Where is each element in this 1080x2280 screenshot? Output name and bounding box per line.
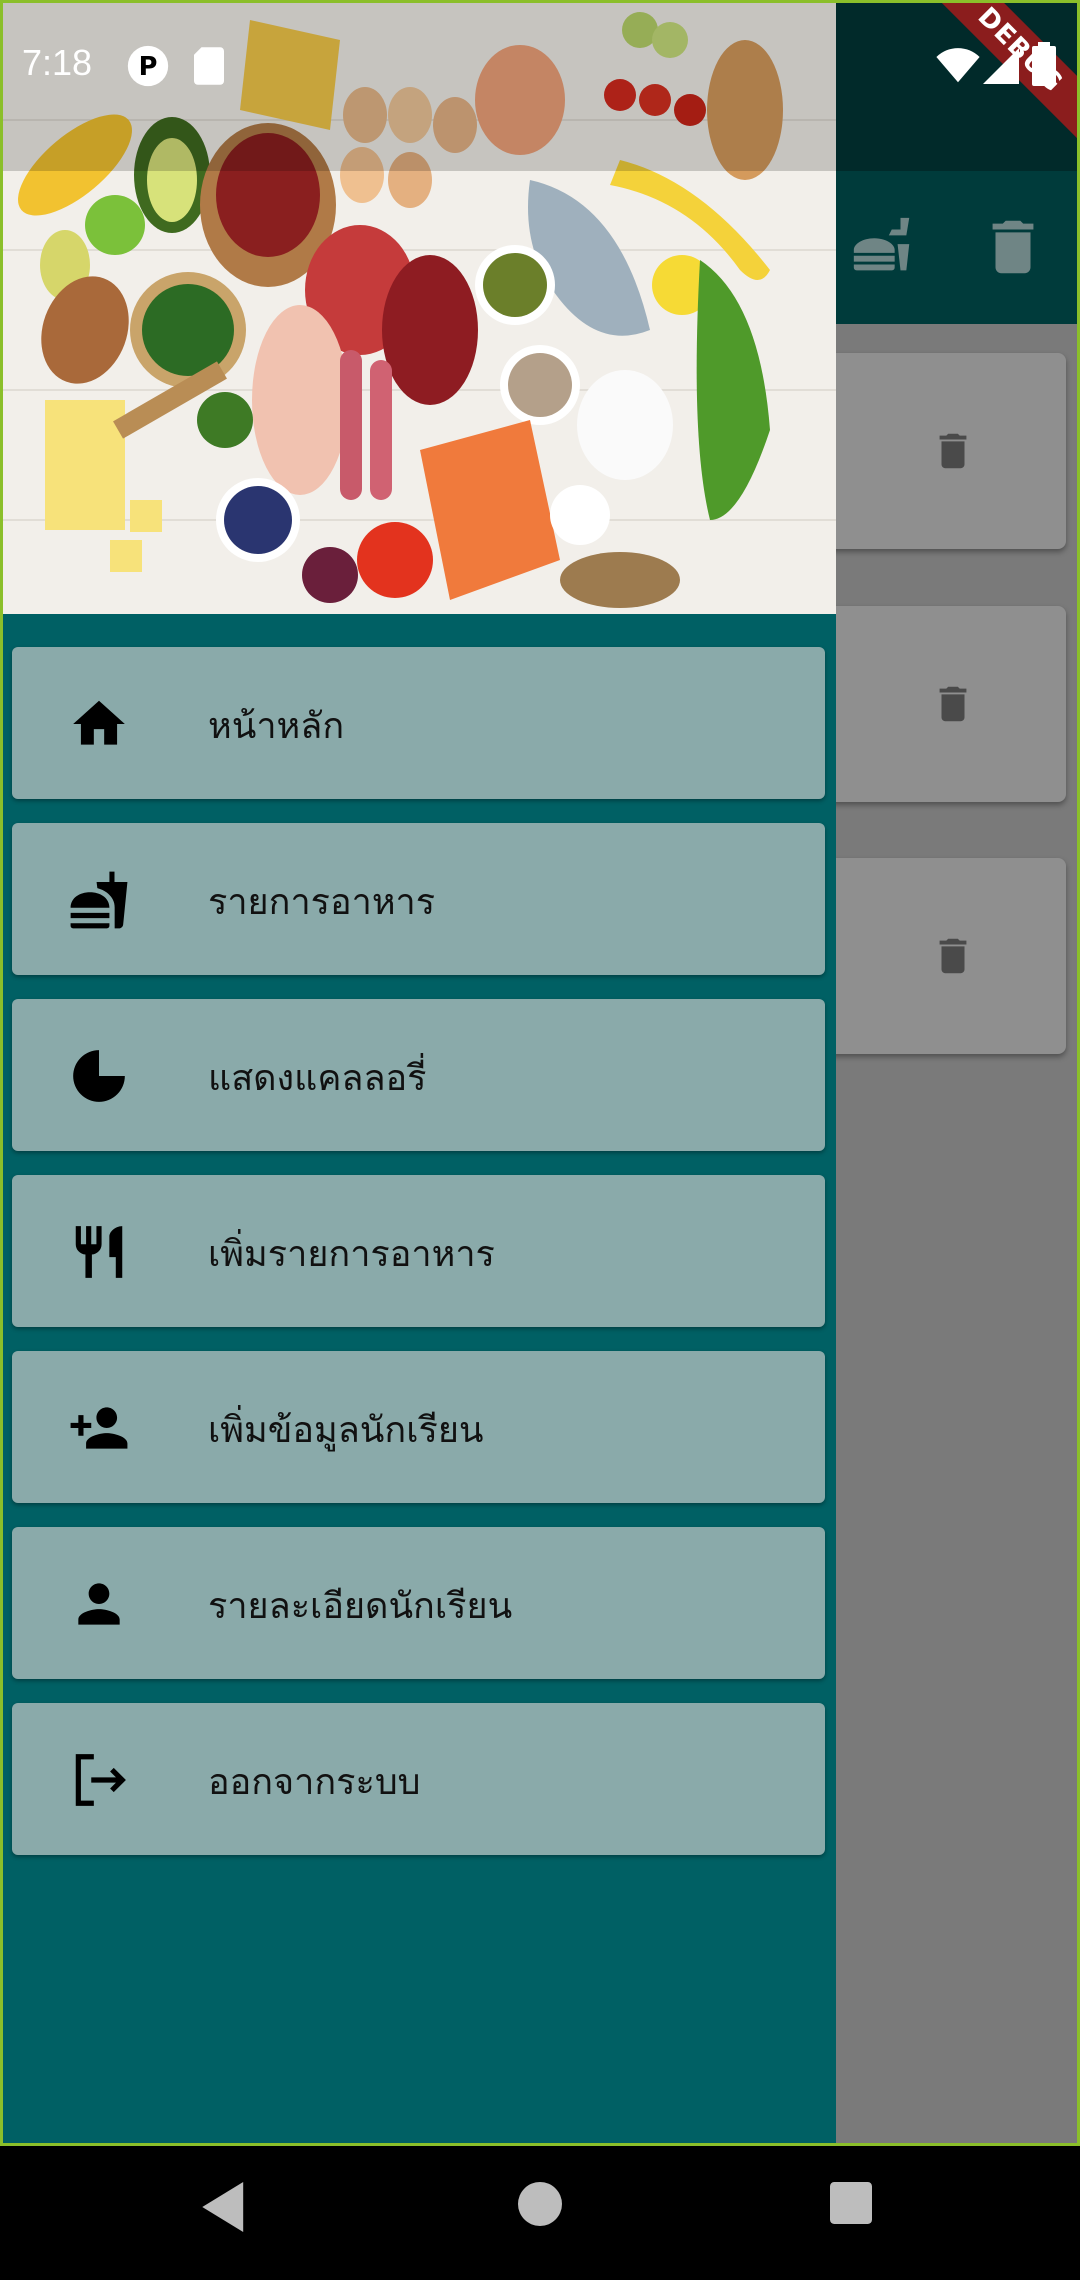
app-notification-icon: P bbox=[127, 45, 169, 87]
signal-icon bbox=[983, 48, 1019, 84]
pie-chart-icon bbox=[73, 1050, 125, 1102]
drawer-item-label: เพิ่มรายการอาหาร bbox=[208, 1234, 495, 1275]
drawer-item-label: แสดงแคลลอรี่ bbox=[208, 1058, 427, 1099]
fastfood-icon[interactable] bbox=[848, 212, 918, 282]
status-time: 7:18 bbox=[22, 42, 93, 83]
list-card[interactable] bbox=[800, 353, 1066, 549]
home-nav-icon[interactable] bbox=[518, 2182, 562, 2226]
status-bar: 7:18 P bbox=[0, 0, 1080, 140]
drawer-item-label: หน้าหลัก bbox=[208, 706, 345, 747]
home-icon bbox=[73, 700, 125, 745]
recents-icon[interactable] bbox=[830, 2182, 872, 2224]
delete-icon[interactable] bbox=[930, 928, 976, 984]
drawer-item-add-food[interactable]: เพิ่มรายการอาหาร bbox=[12, 1175, 825, 1327]
delete-icon[interactable] bbox=[978, 212, 1048, 282]
logout-icon bbox=[75, 1754, 126, 1806]
drawer-item-logout[interactable]: ออกจากระบบ bbox=[12, 1703, 825, 1855]
drawer-item-label: รายการอาหาร bbox=[208, 882, 436, 923]
svg-text:P: P bbox=[139, 52, 158, 82]
drawer-item-add-student[interactable]: เพิ่มข้อมูลนักเรียน bbox=[12, 1351, 825, 1503]
drawer-item-show-calories[interactable]: แสดงแคลลอรี่ bbox=[12, 999, 825, 1151]
navigation-drawer: หน้าหลัก รายการอาหาร แสดงแคลลอรี่ เพิ่มร… bbox=[0, 0, 836, 2146]
delete-icon[interactable] bbox=[930, 423, 976, 479]
drawer-item-label: รายละเอียดนักเรียน bbox=[208, 1586, 513, 1627]
drawer-item-label: ออกจากระบบ bbox=[208, 1762, 421, 1803]
list-card[interactable] bbox=[800, 606, 1066, 802]
person-icon bbox=[78, 1583, 120, 1625]
system-navigation-bar bbox=[0, 2146, 1080, 2280]
list-card[interactable] bbox=[800, 858, 1066, 1054]
restaurant-icon bbox=[75, 1226, 123, 1278]
person-add-icon bbox=[70, 1407, 128, 1449]
wifi-icon bbox=[936, 48, 980, 83]
back-icon[interactable] bbox=[202, 2182, 248, 2232]
drawer-item-home[interactable]: หน้าหลัก bbox=[12, 647, 825, 799]
sd-card-icon bbox=[194, 47, 224, 85]
drawer-item-label: เพิ่มข้อมูลนักเรียน bbox=[208, 1410, 484, 1451]
drawer-item-food-list[interactable]: รายการอาหาร bbox=[12, 823, 825, 975]
fastfood-icon bbox=[70, 871, 128, 929]
battery-icon bbox=[1032, 42, 1056, 86]
drawer-item-student-details[interactable]: รายละเอียดนักเรียน bbox=[12, 1527, 825, 1679]
delete-icon[interactable] bbox=[930, 676, 976, 732]
